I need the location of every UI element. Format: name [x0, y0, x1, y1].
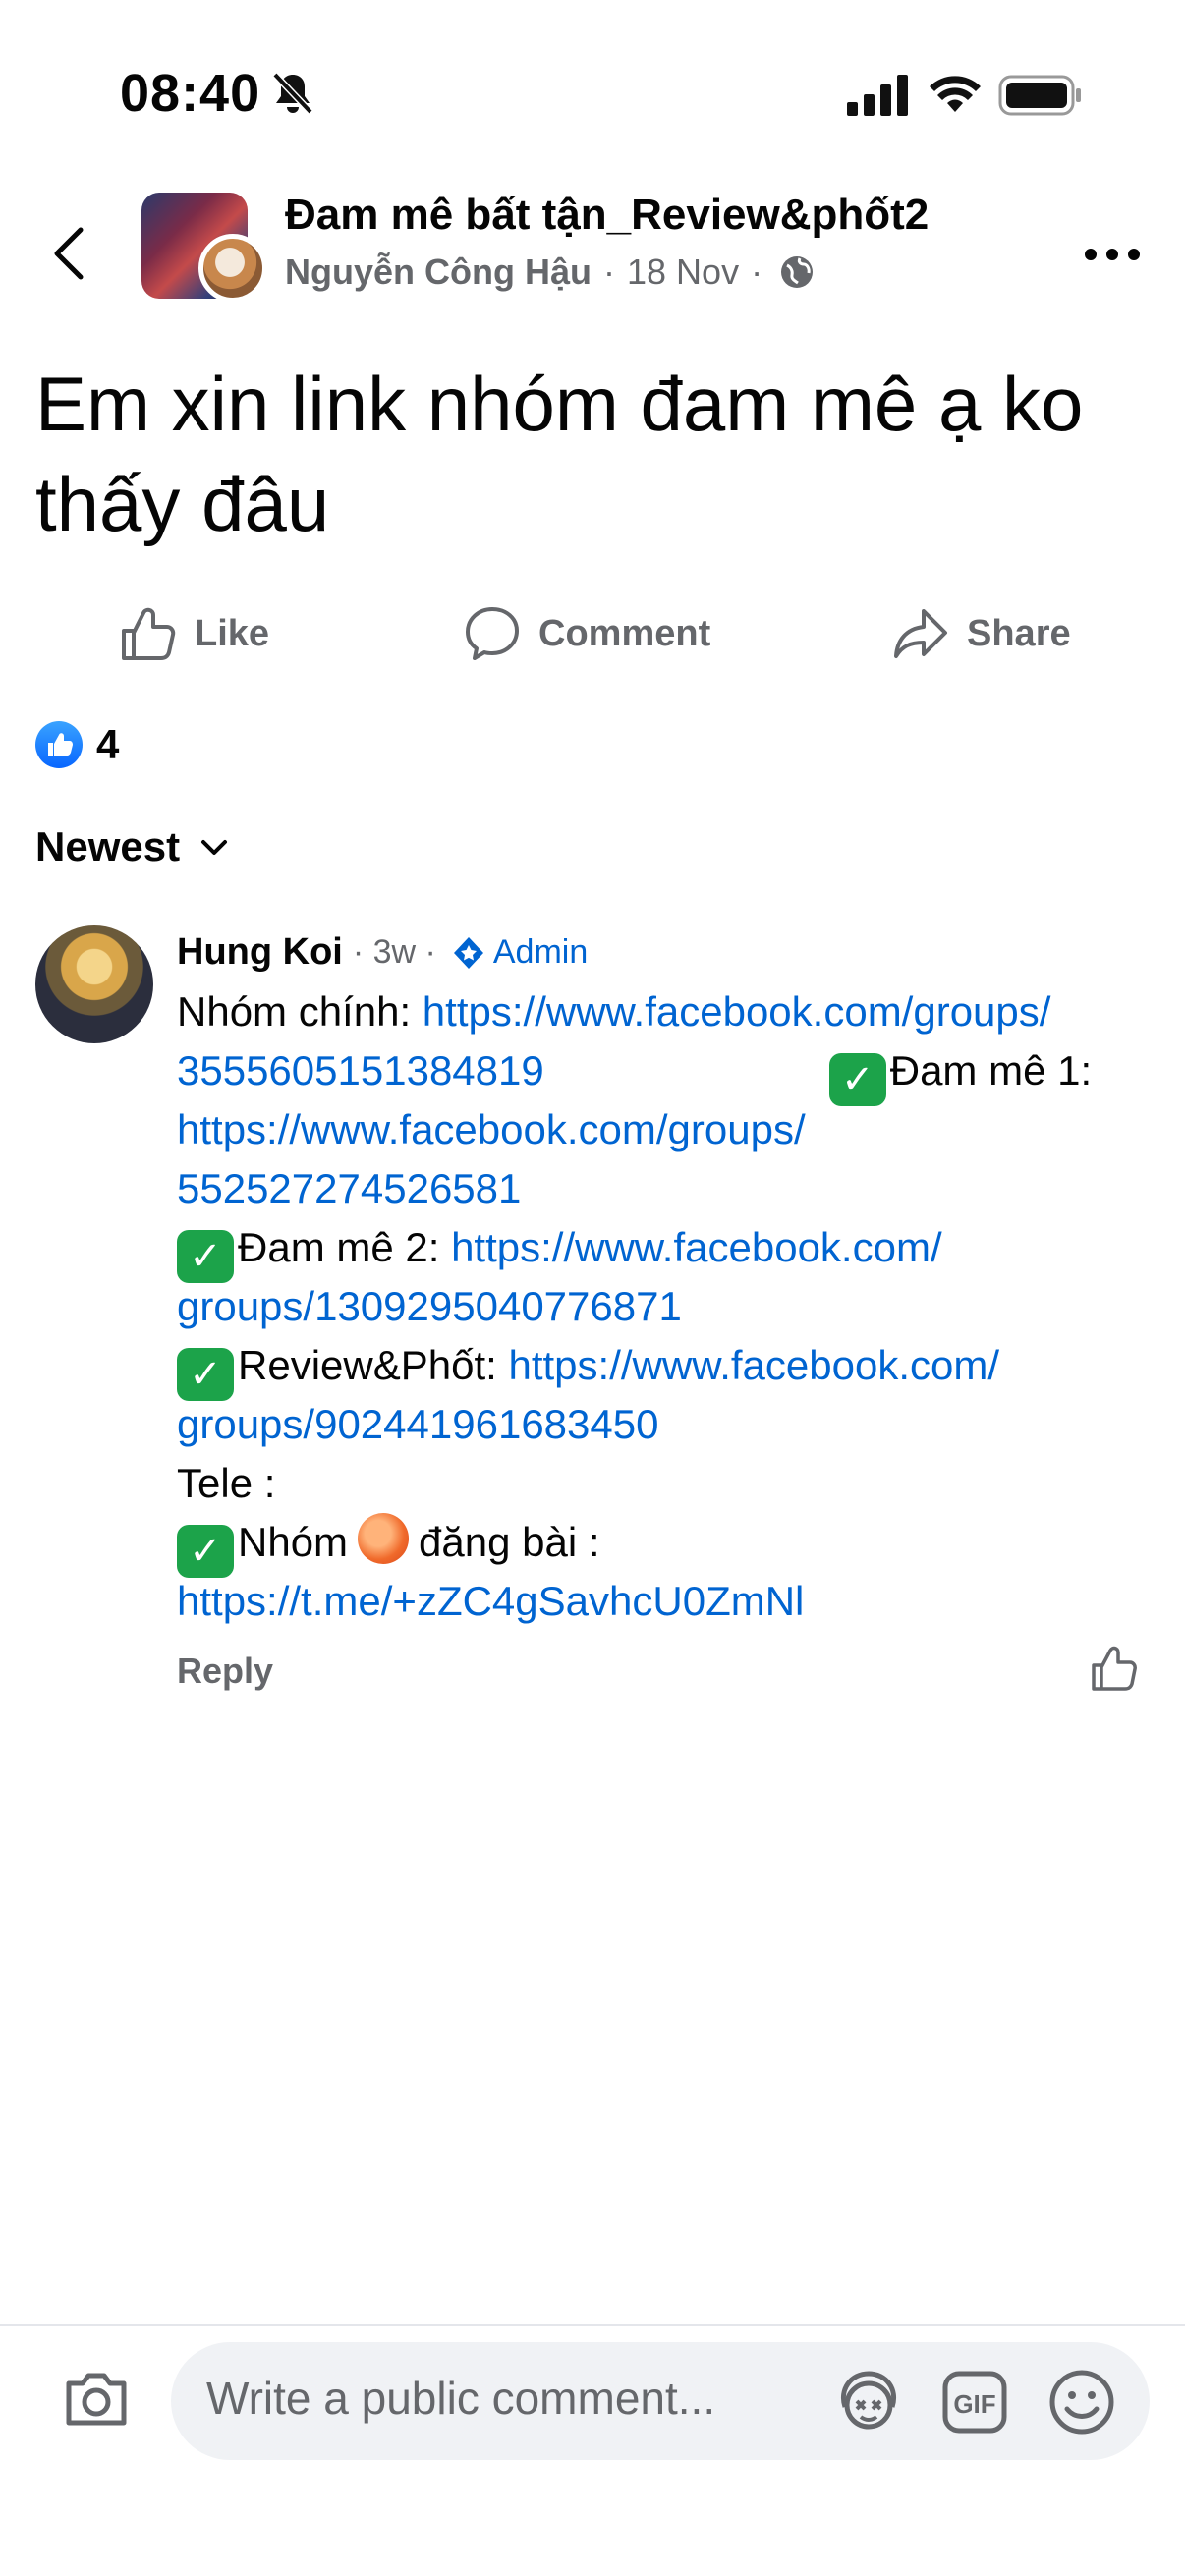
- author-avatar: [198, 234, 267, 303]
- post-meta: Nguyễn Công Hậu · 18 Nov ·: [285, 252, 816, 293]
- share-button[interactable]: Share: [890, 599, 1071, 668]
- comment-line: 552527274526581: [177, 1159, 1169, 1218]
- comment-time: · 3w ·: [352, 933, 436, 971]
- camera-icon[interactable]: [61, 2366, 132, 2431]
- separator: ·: [603, 252, 615, 292]
- comment-line: https://t.me/+zZC4gSavhcU0ZmNl: [177, 1572, 1169, 1631]
- comment-line: https://www.facebook.com/groups/: [177, 1100, 1169, 1159]
- comment-link[interactable]: https://www.facebook.com/groups/: [423, 988, 1051, 1035]
- signal-icon: [847, 75, 908, 116]
- like-reaction-icon: [35, 721, 83, 768]
- comment-link[interactable]: https://www.facebook.com/groups/: [177, 1106, 806, 1152]
- comment-text: Tele :: [177, 1460, 276, 1506]
- comment-line: 3555605151384819 ✓ Đam mê 1:: [177, 1041, 1169, 1106]
- comment-input-placeholder: Write a public comment...: [206, 2373, 716, 2424]
- admin-shield-icon: [453, 936, 483, 969]
- group-avatar[interactable]: [141, 193, 269, 303]
- comment-link[interactable]: https://www.facebook.com/: [508, 1342, 999, 1388]
- comment-line: groups/902441961683450: [177, 1395, 1169, 1454]
- comment-sort-dropdown[interactable]: Newest: [35, 823, 231, 870]
- commenter-name[interactable]: Hung Koi: [177, 931, 343, 974]
- post-title: Em xin link nhóm đam mê ạ ko thấy đâu: [35, 361, 1084, 547]
- admin-label: Admin: [492, 933, 589, 971]
- comment-body: Nhóm chính: https://www.facebook.com/gro…: [177, 982, 1169, 1631]
- comment-label: Comment: [538, 612, 711, 654]
- comment-line: groups/1309295040776871: [177, 1277, 1169, 1336]
- comment-link[interactable]: 552527274526581: [177, 1165, 521, 1211]
- comment-header: Hung Koi · 3w · Admin: [177, 931, 588, 974]
- post-author[interactable]: Nguyễn Công Hậu: [285, 252, 592, 293]
- comment-text: Nhóm: [238, 1519, 349, 1565]
- comment-line: Tele :: [177, 1454, 1169, 1513]
- back-button[interactable]: [49, 224, 88, 283]
- comment-link[interactable]: groups/1309295040776871: [177, 1283, 682, 1329]
- wifi-icon: [930, 76, 981, 112]
- comment-link[interactable]: groups/902441961683450: [177, 1401, 658, 1447]
- more-horizontal-icon[interactable]: [1081, 240, 1144, 269]
- commenter-avatar[interactable]: [35, 925, 153, 1043]
- comment-bubble-icon: [466, 607, 519, 660]
- check-emoji: ✓: [828, 1053, 886, 1106]
- comment-button[interactable]: Comment: [462, 599, 710, 668]
- comment-link[interactable]: https://t.me/+zZC4gSavhcU0ZmNl: [177, 1578, 804, 1624]
- battery-icon: [998, 75, 1081, 116]
- comment-text: Nhóm chính:: [177, 988, 423, 1035]
- gif-icon[interactable]: GIF: [941, 2370, 1008, 2435]
- status-bar: 08:40: [0, 0, 1185, 147]
- comment-line: ✓ Đam mê 2: https://www.facebook.com/: [177, 1218, 1169, 1283]
- admin-badge: Admin: [450, 933, 588, 972]
- comment-line: ✓ Review&Phốt: https://www.facebook.com/: [177, 1336, 1169, 1401]
- peach-emoji: [358, 1513, 410, 1564]
- reaction-count: 4: [96, 721, 120, 767]
- comment-link[interactable]: 3555605151384819: [177, 1047, 544, 1093]
- comment-line: ✓ Nhóm đăng bài :: [177, 1513, 1169, 1578]
- reply-button[interactable]: Reply: [177, 1651, 273, 1692]
- comment-text: Đam mê 1:: [889, 1047, 1093, 1093]
- group-name[interactable]: Đam mê bất tận_Review&phốt2: [285, 191, 929, 240]
- share-label: Share: [967, 612, 1071, 654]
- separator: ·: [751, 252, 763, 292]
- comment-text: đăng bài :: [419, 1519, 600, 1565]
- share-arrow-icon: [894, 609, 947, 658]
- check-emoji: ✓: [177, 1348, 234, 1401]
- sort-label: Newest: [35, 823, 181, 869]
- status-time: 08:40: [120, 64, 261, 123]
- svg-text:GIF: GIF: [953, 2389, 995, 2419]
- chevron-down-icon: [201, 840, 228, 855]
- comment-line: Nhóm chính: https://www.facebook.com/gro…: [177, 982, 1169, 1041]
- avatar-sticker-icon[interactable]: [833, 2368, 904, 2436]
- thumbs-up-icon: [122, 607, 176, 660]
- check-emoji: ✓: [177, 1525, 234, 1578]
- globe-icon: [781, 256, 814, 288]
- emoji-icon[interactable]: [1047, 2368, 1116, 2436]
- like-label: Like: [195, 612, 270, 654]
- bell-muted-icon: [272, 72, 313, 115]
- comment-text: Review&Phốt:: [238, 1342, 509, 1388]
- check-emoji: ✓: [177, 1230, 234, 1283]
- like-button[interactable]: Like: [118, 599, 269, 668]
- post-date[interactable]: 18 Nov: [627, 252, 739, 293]
- comment-link[interactable]: https://www.facebook.com/: [451, 1224, 942, 1270]
- comment-like-icon[interactable]: [1089, 1643, 1140, 1694]
- reactions-summary[interactable]: 4: [35, 721, 119, 768]
- comment-text: Đam mê 2:: [238, 1224, 452, 1270]
